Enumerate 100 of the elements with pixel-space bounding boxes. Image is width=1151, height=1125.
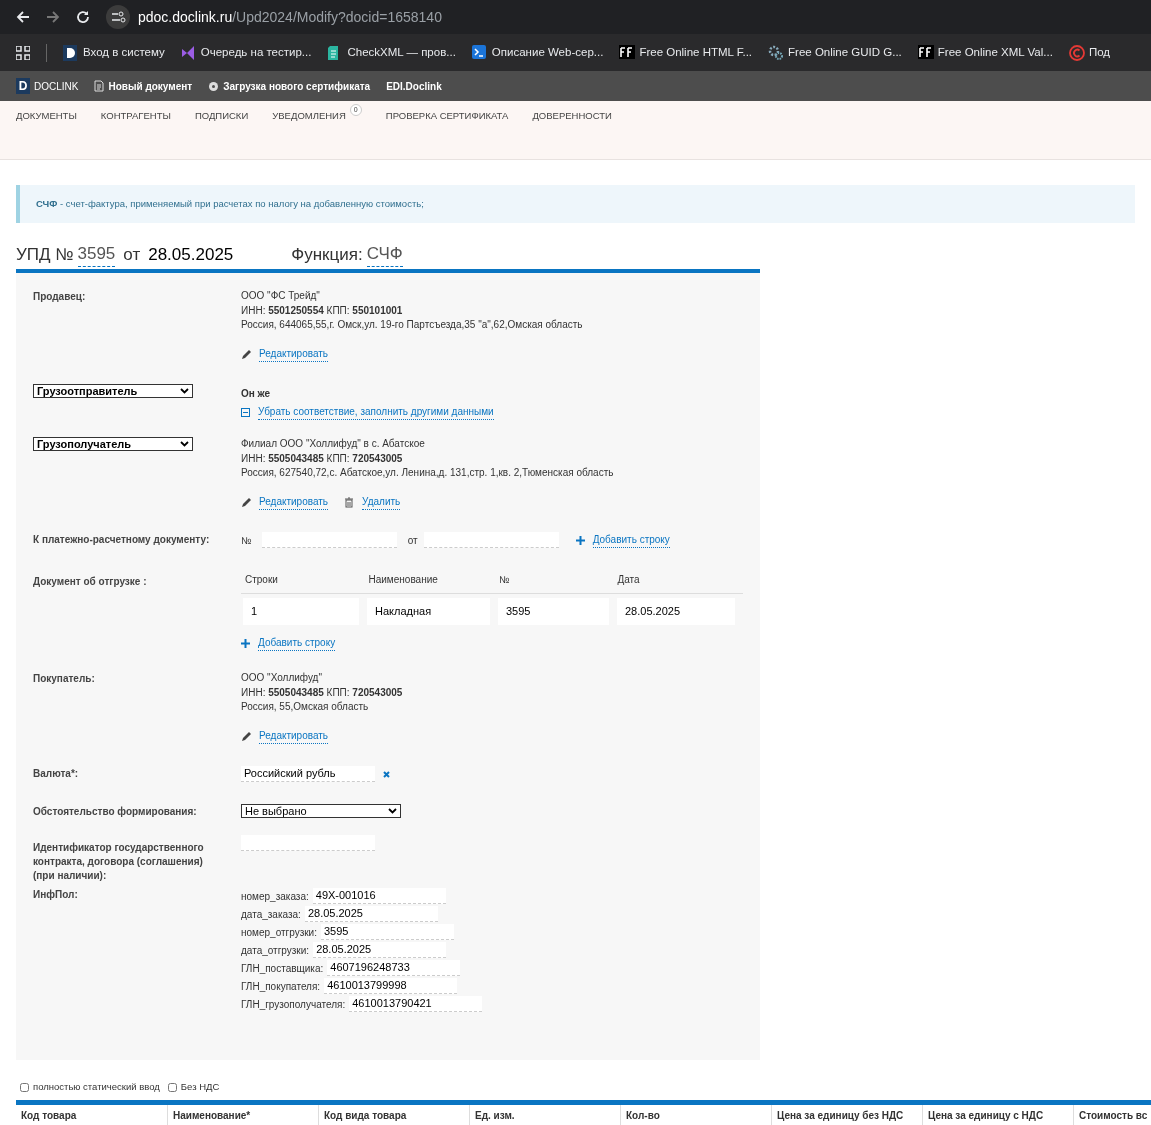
text-field[interactable]: 3595 bbox=[321, 924, 454, 940]
add-row-link[interactable]: Добавить строку bbox=[258, 635, 336, 651]
party-address: Россия, 55,Омская область bbox=[241, 700, 370, 714]
delete-link[interactable]: Удалить bbox=[362, 494, 401, 510]
select-field[interactable]: Не выбрано bbox=[241, 804, 401, 818]
apps-icon[interactable] bbox=[16, 45, 30, 60]
info-text: СЧФ - счет-фактура, применяемый при расчетах по налогу на добавленную стоимость; bbox=[36, 196, 424, 211]
edit-link[interactable]: Редактировать bbox=[259, 494, 329, 510]
same-as-text: Он же bbox=[241, 387, 272, 401]
menu-tab[interactable]: УВЕДОМЛЕНИЯ bbox=[272, 109, 346, 124]
party-name: Филиал ООО "Холлифуд" в с. Абатское bbox=[241, 437, 426, 451]
minus-box-icon bbox=[241, 407, 250, 417]
checkbox-label: Без НДС bbox=[180, 1080, 220, 1094]
function-label: Функция: bbox=[291, 243, 363, 266]
date-field[interactable] bbox=[423, 532, 559, 548]
party-name: ООО "ФС Трейд" bbox=[241, 289, 321, 303]
field-label: номер_отгрузки: bbox=[241, 925, 317, 940]
forward-icon[interactable] bbox=[46, 10, 60, 24]
column-header: Стоимость вс bbox=[1073, 1105, 1151, 1125]
edit-link[interactable]: Редактировать bbox=[259, 728, 329, 744]
letters-icon bbox=[619, 44, 636, 61]
bookmark[interactable]: CheckXML — пров... bbox=[327, 43, 456, 62]
bookmark[interactable]: Free Online HTML F... bbox=[619, 43, 753, 62]
number-field[interactable] bbox=[261, 532, 397, 548]
table-cell[interactable]: 3595 bbox=[498, 598, 609, 625]
add-row-link[interactable]: Добавить строку bbox=[592, 532, 670, 548]
nav-link[interactable]: EDI.Doclink bbox=[386, 78, 442, 94]
column-header: Строки bbox=[245, 573, 279, 587]
address-field[interactable]: pdoc.doclink.ru/Upd2024/Modify?docid=1658140 bbox=[138, 6, 442, 28]
column-header: Ед. изм. bbox=[469, 1105, 620, 1125]
caret-icon bbox=[180, 388, 189, 394]
text-field[interactable]: 4610013790421 bbox=[349, 996, 483, 1012]
copyright-icon bbox=[1068, 44, 1085, 61]
bookmark[interactable]: Вход в систему bbox=[63, 43, 165, 62]
plus-icon bbox=[575, 535, 585, 545]
bookmark[interactable]: Описание Web-сер... bbox=[471, 43, 604, 62]
checkbox[interactable] bbox=[167, 1082, 177, 1092]
party-address: Россия, 627540,72,с. Абатское,ул. Ленина,д. 131,стр. 1,кв. 2,Тюменская область bbox=[241, 466, 614, 480]
brand-logo[interactable]: D DOCLINK bbox=[16, 78, 79, 94]
pencil-icon bbox=[241, 730, 251, 742]
text-field[interactable]: 4607196248733 bbox=[327, 960, 461, 976]
table-cell[interactable]: Накладная bbox=[367, 598, 490, 625]
clear-icon[interactable] bbox=[383, 770, 390, 778]
from-label: от bbox=[407, 533, 418, 548]
field-label: ГЛН_поставщика: bbox=[241, 961, 324, 976]
unlink-link[interactable]: Убрать соответствие, заполнить другими данными bbox=[258, 404, 494, 420]
edit-link[interactable]: Редактировать bbox=[259, 346, 329, 362]
number-label: № bbox=[241, 533, 252, 548]
table-cell[interactable]: 1 bbox=[243, 598, 359, 625]
from-label: от bbox=[123, 243, 141, 266]
text-field[interactable]: 49X-001016 bbox=[312, 888, 446, 904]
column-header: № bbox=[498, 573, 511, 587]
column-header: Дата bbox=[617, 573, 641, 587]
site-settings-icon[interactable] bbox=[106, 5, 130, 29]
reload-icon[interactable] bbox=[76, 10, 90, 24]
menu-tab[interactable]: ДОВЕРЕННОСТИ bbox=[532, 109, 612, 124]
field-label: Обстоятельство формирования: bbox=[33, 806, 197, 817]
field-label: номер_заказа: bbox=[241, 889, 309, 904]
column-header: Кол-во bbox=[620, 1105, 771, 1125]
function-link[interactable]: СЧФ bbox=[366, 240, 403, 267]
field-label: Валюта*: bbox=[33, 768, 79, 779]
select-field[interactable]: Грузополучатель bbox=[33, 437, 193, 451]
plus-icon bbox=[241, 638, 250, 648]
tax-ids: ИНН: 5501250554 КПП: 550101001 bbox=[241, 303, 404, 318]
menu-tab[interactable]: ПРОВЕРКА СЕРТИФИКАТА bbox=[385, 109, 509, 124]
letter-d-icon bbox=[63, 44, 79, 61]
bookmark[interactable]: Очередь на тестир... bbox=[180, 43, 312, 62]
menu-tab[interactable]: КОНТРАГЕНТЫ bbox=[100, 109, 171, 124]
tax-ids: ИНН: 5505043485 КПП: 720543005 bbox=[241, 685, 403, 700]
trash-icon bbox=[344, 496, 355, 508]
menu-tab[interactable]: ПОДПИСКИ bbox=[194, 109, 249, 124]
back-icon[interactable] bbox=[16, 10, 30, 24]
column-header: Наименование bbox=[368, 573, 439, 587]
field-label: Идентификатор государственного контракта, договора (соглашения) (при наличии): bbox=[33, 842, 204, 881]
field-label: Продавец: bbox=[33, 291, 86, 302]
field-label: Покупатель: bbox=[33, 673, 95, 684]
pencil-icon bbox=[241, 348, 251, 360]
nav-link[interactable]: Загрузка нового сертификата bbox=[223, 78, 371, 94]
checkbox[interactable] bbox=[20, 1082, 29, 1092]
text-field[interactable]: 28.05.2025 bbox=[304, 906, 438, 922]
text-field[interactable]: 4610013799998 bbox=[324, 978, 458, 994]
table-cell[interactable]: 28.05.2025 bbox=[617, 598, 735, 625]
bookmark[interactable]: Под bbox=[1068, 43, 1110, 62]
bookmark[interactable]: Free Online XML Val... bbox=[917, 43, 1053, 62]
caret-icon bbox=[180, 441, 189, 447]
doc-title: УПД № bbox=[16, 243, 74, 266]
number-link[interactable]: 3595 bbox=[77, 240, 116, 267]
nav-link[interactable]: Новый документ bbox=[108, 78, 193, 94]
text-field[interactable]: 28.05.2025 bbox=[313, 942, 447, 958]
currency-field[interactable]: Российский рубль bbox=[241, 766, 375, 782]
select-field[interactable]: Грузоотправитель bbox=[33, 384, 193, 398]
checkbox-label: полностью статический ввод bbox=[33, 1080, 160, 1094]
field-label: ГЛН_покупателя: bbox=[241, 979, 321, 994]
caret-icon bbox=[388, 808, 397, 814]
bookmark[interactable]: Free Online GUID G... bbox=[768, 43, 902, 62]
ribbon-icon bbox=[180, 44, 197, 61]
party-address: Россия, 644065,55,г. Омск,ул. 19-го Партсъезда,35 "а",62,Омская область bbox=[241, 318, 583, 332]
menu-tab[interactable]: ДОКУМЕНТЫ bbox=[16, 109, 77, 124]
text-field[interactable] bbox=[241, 835, 375, 851]
field-label: дата_заказа: bbox=[241, 907, 301, 922]
